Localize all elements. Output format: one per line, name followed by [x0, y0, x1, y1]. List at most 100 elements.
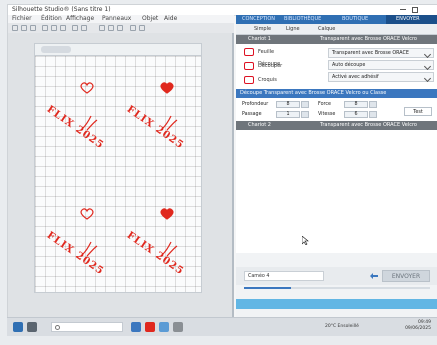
chevron-right-icon[interactable] [239, 123, 244, 139]
design-item[interactable]: FLIX 2025 [121, 80, 186, 151]
channel2-header[interactable]: Chariot 2 Transparent avec Brosse ORACE … [236, 121, 437, 139]
fit-icon[interactable] [117, 25, 123, 31]
app-icon[interactable] [173, 322, 183, 332]
tray-weather[interactable]: 20°C Ensoleillé [325, 323, 359, 331]
test-cut-button[interactable]: Test [404, 107, 432, 116]
speed-decrease-button[interactable] [369, 111, 377, 118]
sheet-icon [244, 48, 254, 56]
new-file-icon[interactable] [12, 25, 18, 31]
redo-icon[interactable] [81, 25, 87, 31]
material-select-value: Transparent avec Brosse ORACE [332, 51, 409, 56]
cutting-mat-header [34, 43, 202, 55]
zoom-out-icon[interactable] [108, 25, 114, 31]
chevron-down-icon [423, 74, 432, 83]
channel1-label: Chariot 1 [248, 36, 271, 42]
ornament-icon [82, 241, 98, 257]
cutting-mat[interactable]: FLIX 2025 FLIX 2025 FLIX 2025 FLIX 2025 [34, 55, 202, 293]
search-icon [55, 325, 60, 330]
ruler-icon[interactable] [139, 25, 145, 31]
depth-input[interactable]: 8 [276, 101, 300, 108]
paste-icon[interactable] [60, 25, 66, 31]
depth-decrease-button[interactable] [301, 101, 309, 108]
tool-select[interactable]: Auto découpe [328, 60, 434, 71]
panel-empty-area [236, 130, 437, 254]
machine-select[interactable]: Caméo 4 [244, 271, 324, 281]
design-item[interactable]: FLIX 2025 [41, 80, 106, 151]
chevron-down-icon [423, 62, 432, 71]
channel1-value: Transparent avec Brosse ORACE Velcro [320, 36, 417, 42]
task-view-icon[interactable] [27, 322, 37, 332]
minimize-icon[interactable] [400, 9, 406, 10]
menu-item-help[interactable]: Aide [164, 16, 177, 22]
tray-date: 09/06/2025 [405, 326, 431, 331]
force-input[interactable]: 8 [344, 101, 368, 108]
design-item[interactable]: FLIX 2025 [41, 206, 106, 277]
tab-send[interactable]: ENVOYER [386, 15, 437, 24]
passes-decrease-button[interactable] [301, 111, 309, 118]
save-icon[interactable] [30, 25, 36, 31]
menu-item-object[interactable]: Objet [142, 16, 158, 22]
tab-store[interactable]: BOUTIQUE [342, 16, 368, 23]
top-tabs: CONCEPTION BIBLIOTHÈQUE BOUTIQUE ENVOYER [236, 15, 437, 24]
force-label: Force [318, 102, 331, 107]
close-icon[interactable] [424, 7, 432, 23]
tab-send-label: ENVOYER [396, 16, 420, 22]
tab-design[interactable]: CONCEPTION [242, 16, 275, 23]
silhouette-studio-window: Silhouette Studio® (Sans titre 1) Fichie… [7, 4, 437, 327]
material-select[interactable]: Transparent avec Brosse ORACE [328, 48, 434, 59]
menu-item-edit[interactable]: Édition [41, 16, 62, 22]
edge-icon[interactable] [159, 322, 169, 332]
zoom-in-icon[interactable] [99, 25, 105, 31]
ornament-icon [82, 115, 98, 131]
passes-label: Passage [242, 112, 262, 117]
ornament-icon [162, 115, 178, 131]
send-footer: Caméo 4 ENVOYER [236, 253, 437, 318]
tray-clock[interactable]: 09:49 09/06/2025 [405, 320, 431, 332]
speed-label: Vitesse [318, 112, 336, 117]
channel2-value: Transparent avec Brosse ORACE Velcro [320, 122, 417, 128]
explorer-icon[interactable] [131, 322, 141, 332]
menu-item-panels[interactable]: Panneaux [102, 16, 131, 22]
subtab-layer[interactable]: Calque [318, 25, 335, 33]
heart-icon [160, 208, 174, 220]
taskbar-search[interactable] [51, 322, 123, 332]
grid-icon[interactable] [130, 25, 136, 31]
send-button[interactable]: ENVOYER [382, 270, 430, 282]
menu-item-view[interactable]: Affichage [66, 16, 94, 22]
channel1-header[interactable]: Chariot 1 Transparent avec Brosse ORACE … [236, 35, 437, 52]
send-progress [244, 287, 430, 289]
material-settings: Feuille Découpe Découper Croquis Contour… [236, 44, 437, 95]
send-panel: CONCEPTION BIBLIOTHÈQUE BOUTIQUE ENVOYER… [236, 15, 437, 318]
action-select[interactable]: Activé avec adhésif [328, 72, 434, 83]
heart-icon [80, 82, 94, 94]
start-icon[interactable] [13, 322, 23, 332]
cut-settings-title: Découpe Transparent avec Brosse ORACE Ve… [240, 90, 387, 96]
design-canvas[interactable]: FLIX 2025 FLIX 2025 FLIX 2025 FLIX 2025 [8, 33, 234, 318]
menu-item-file[interactable]: Fichier [12, 16, 32, 22]
subtab-line[interactable]: Ligne [286, 25, 300, 33]
send-row: Caméo 4 ENVOYER [236, 267, 437, 285]
silhouette-icon[interactable] [145, 322, 155, 332]
cut-icon[interactable] [42, 25, 48, 31]
chevron-down-icon[interactable] [238, 37, 245, 52]
force-decrease-button[interactable] [369, 101, 377, 108]
open-file-icon[interactable] [21, 25, 27, 31]
machine-label: Caméo 4 [248, 274, 270, 279]
design-item[interactable]: FLIX 2025 [121, 206, 186, 277]
mouse-cursor-icon [302, 236, 309, 245]
window-controls [398, 7, 434, 23]
tab-library[interactable]: BIBLIOTHÈQUE [284, 16, 321, 23]
maximize-icon[interactable] [412, 7, 418, 13]
heart-icon [160, 82, 174, 94]
undo-icon[interactable] [72, 25, 78, 31]
subtab-simple[interactable]: Simple [254, 25, 271, 33]
mat-logo-icon [41, 46, 71, 53]
passes-input[interactable]: 1 [276, 111, 300, 118]
sync-icon[interactable] [369, 271, 379, 281]
speed-input[interactable]: 6 [344, 111, 368, 118]
window-title: Silhouette Studio® (Sans titre 1) [12, 6, 111, 13]
channel2-label: Chariot 2 [248, 122, 271, 128]
copy-icon[interactable] [51, 25, 57, 31]
cut-settings-header: Découpe Transparent avec Brosse ORACE Ve… [236, 89, 437, 98]
scissors-icon [244, 62, 254, 70]
